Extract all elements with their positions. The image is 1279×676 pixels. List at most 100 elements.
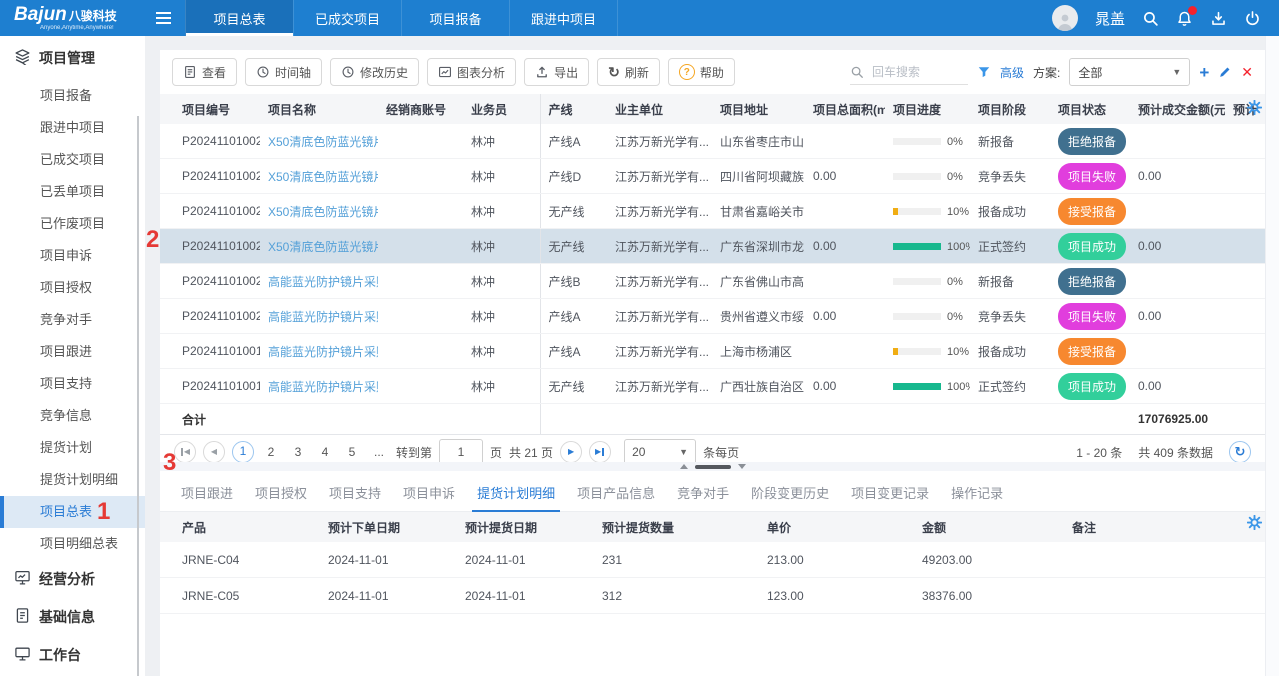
menu-toggle-icon[interactable] [142, 0, 185, 36]
detail-tab[interactable]: 项目产品信息 [566, 476, 666, 511]
column-header[interactable]: 业主单位 [607, 94, 712, 124]
top-tab[interactable]: 项目报备 [401, 0, 509, 36]
column-header[interactable]: 项目总面积(m²) [805, 94, 885, 124]
detail-column-settings-gear-icon[interactable] [1247, 515, 1262, 533]
column-header[interactable]: 产线 [540, 94, 607, 124]
table-row[interactable]: P202411010022X50清底色防蓝光镜片...林冲无产线江苏万新光学有.… [160, 229, 1265, 264]
search-input[interactable] [870, 64, 962, 80]
table-row[interactable]: P202411010019高能蓝光防护镜片采购...林冲产线A江苏万新光学有..… [160, 334, 1265, 369]
page-number[interactable]: 3 [288, 445, 308, 459]
sidebar-item[interactable]: 项目授权 [0, 272, 145, 304]
sidebar-section-经营分析[interactable]: 经营分析 [0, 560, 145, 598]
detail-column-header[interactable]: 单价 [759, 512, 914, 542]
detail-column-header[interactable]: 备注 [1064, 512, 1265, 542]
notification-bell-icon[interactable] [1176, 10, 1193, 27]
toolbar-button-export[interactable]: 导出 [524, 58, 589, 86]
top-tab[interactable]: 项目总表 [185, 0, 293, 36]
page-number[interactable]: 2 [261, 445, 281, 459]
sidebar-item[interactable]: 提货计划 [0, 432, 145, 464]
detail-column-header[interactable]: 产品 [160, 512, 320, 542]
detail-tab[interactable]: 操作记录 [940, 476, 1014, 511]
project-name-link[interactable]: X50清底色防蓝光镜片... [268, 170, 378, 184]
project-name-link[interactable]: X50清底色防蓝光镜片... [268, 240, 378, 254]
sidebar-item[interactable]: 已作废项目 [0, 208, 145, 240]
detail-column-header[interactable]: 金额 [914, 512, 1064, 542]
detail-tab[interactable]: 竞争对手 [666, 476, 740, 511]
project-name-link[interactable]: 高能蓝光防护镜片采购... [268, 345, 378, 359]
sidebar-item[interactable]: 项目申诉 [0, 240, 145, 272]
table-row[interactable]: P202411010023X50清底色防蓝光镜片...林冲无产线江苏万新光学有.… [160, 194, 1265, 229]
drag-handle[interactable] [695, 465, 731, 469]
column-header[interactable]: 项目阶段 [970, 94, 1050, 124]
project-name-link[interactable]: 高能蓝光防护镜片采购... [268, 380, 378, 394]
sidebar-item[interactable]: 提货计划明细 [0, 464, 145, 496]
detail-tab[interactable]: 项目申诉 [392, 476, 466, 511]
page-number[interactable]: 1 [232, 441, 254, 463]
table-row[interactable]: P202411010020高能蓝光防护镜片采购...林冲产线A江苏万新光学有..… [160, 299, 1265, 334]
page-number[interactable]: 5 [342, 445, 362, 459]
column-header[interactable]: 项目进度 [885, 94, 970, 124]
sidebar-section-project-management[interactable]: 项目管理 [0, 36, 145, 80]
sidebar-item[interactable]: 已丢单项目 [0, 176, 145, 208]
detail-table-row[interactable]: JRNE-C052024-11-012024-11-01312123.00383… [160, 578, 1265, 614]
sidebar-section-工作台[interactable]: 工作台 [0, 636, 145, 674]
add-scheme-button[interactable]: + [1199, 64, 1209, 81]
collapse-down-icon[interactable] [738, 464, 746, 469]
column-header[interactable]: 项目名称 [260, 94, 378, 124]
toolbar-button-chart[interactable]: 图表分析 [427, 58, 516, 86]
column-header[interactable]: 项目地址 [712, 94, 805, 124]
username[interactable]: 晁盖 [1095, 8, 1125, 29]
sidebar-item[interactable]: 跟进中项目 [0, 112, 145, 144]
sidebar-item[interactable]: 项目总表 [0, 496, 145, 528]
sidebar-section-基础信息[interactable]: 基础信息 [0, 598, 145, 636]
page-scrollbar[interactable] [1265, 36, 1279, 676]
table-row[interactable]: P202411010024X50清底色防蓝光镜片...林冲产线D江苏万新光学有.… [160, 159, 1265, 194]
detail-column-header[interactable]: 预计下单日期 [320, 512, 457, 542]
top-tab[interactable]: 跟进中项目 [509, 0, 618, 36]
detail-tab[interactable]: 项目授权 [244, 476, 318, 511]
sidebar-item[interactable]: 项目跟进 [0, 336, 145, 368]
detail-tab[interactable]: 提货计划明细 [466, 476, 566, 511]
delete-scheme-button[interactable]: ✕ [1241, 65, 1253, 79]
first-page-button[interactable]: ◀ [174, 441, 196, 463]
power-icon[interactable] [1244, 10, 1261, 27]
toolbar-button-file[interactable]: 查看 [172, 58, 237, 86]
download-icon[interactable] [1210, 10, 1227, 27]
column-header[interactable]: 项目状态 [1050, 94, 1130, 124]
sidebar-item[interactable]: 项目报备 [0, 80, 145, 112]
detail-tab[interactable]: 项目跟进 [170, 476, 244, 511]
page-number[interactable]: ... [369, 445, 389, 459]
scheme-select[interactable]: 全部 ▼ [1069, 58, 1190, 86]
panel-splitter-handle[interactable] [160, 462, 1265, 471]
detail-column-header[interactable]: 预计提货数量 [594, 512, 759, 542]
last-page-button[interactable]: ▶ [589, 441, 611, 463]
toolbar-button-refresh[interactable]: ↻刷新 [597, 58, 660, 86]
sidebar-item[interactable]: 竞争信息 [0, 400, 145, 432]
collapse-up-icon[interactable] [680, 464, 688, 469]
toolbar-button-clock[interactable]: 修改历史 [330, 58, 419, 86]
help-button[interactable]: 帮助 [668, 58, 735, 86]
sidebar-scrollbar[interactable] [137, 116, 139, 676]
column-header[interactable]: 经销商账号 [378, 94, 463, 124]
sidebar-item[interactable]: 已成交项目 [0, 144, 145, 176]
search-icon[interactable] [1142, 10, 1159, 27]
edit-scheme-icon[interactable] [1218, 65, 1232, 79]
column-header[interactable]: 预计成交金额(元) [1130, 94, 1225, 124]
table-row[interactable]: P202411010018高能蓝光防护镜片采购...林冲无产线江苏万新光学有..… [160, 369, 1265, 404]
toolbar-button-clock[interactable]: 时间轴 [245, 58, 322, 86]
detail-tab[interactable]: 项目支持 [318, 476, 392, 511]
advanced-search-link[interactable]: 高级 [1000, 64, 1024, 81]
top-tab[interactable]: 已成交项目 [293, 0, 401, 36]
filter-funnel-icon[interactable] [977, 65, 991, 79]
next-page-button[interactable]: ▶ [560, 441, 582, 463]
page-number[interactable]: 4 [315, 445, 335, 459]
project-name-link[interactable]: X50清底色防蓝光镜片... [268, 135, 378, 149]
project-name-link[interactable]: 高能蓝光防护镜片采购... [268, 310, 378, 324]
refresh-data-button[interactable]: ↻ [1229, 441, 1251, 463]
column-header[interactable]: 业务员 [463, 94, 540, 124]
project-name-link[interactable]: 高能蓝光防护镜片采购... [268, 275, 378, 289]
avatar[interactable] [1052, 5, 1078, 31]
column-header[interactable]: 项目编号 [160, 94, 260, 124]
sidebar-item[interactable]: 竞争对手 [0, 304, 145, 336]
sidebar-item[interactable]: 项目明细总表 [0, 528, 145, 560]
